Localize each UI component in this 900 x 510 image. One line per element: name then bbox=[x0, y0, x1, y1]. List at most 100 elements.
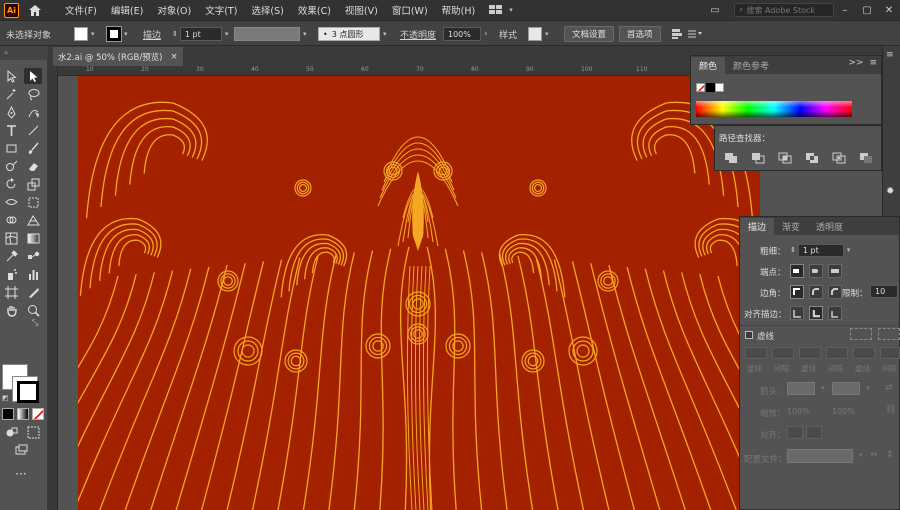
type-tool-icon[interactable] bbox=[2, 122, 20, 138]
stroke-weight-control[interactable]: ⇕ 1 pt ▾ bbox=[172, 21, 228, 47]
intersect-icon[interactable] bbox=[778, 152, 792, 164]
width-tool-icon[interactable] bbox=[2, 194, 20, 210]
limit-input[interactable]: 10 bbox=[870, 285, 898, 298]
unite-icon[interactable] bbox=[724, 152, 738, 164]
color-spectrum[interactable] bbox=[696, 101, 852, 117]
blend-tool-icon[interactable] bbox=[24, 248, 42, 264]
profile-select[interactable] bbox=[787, 449, 853, 463]
edit-toolbar-icon[interactable]: ··· bbox=[12, 466, 30, 482]
document-tab[interactable]: 水2.ai @ 50% (RGB/预览) × bbox=[53, 47, 183, 66]
brush-definition[interactable]: • 3 点圆形 ▾ bbox=[318, 21, 387, 47]
dashed-line-checkbox[interactable] bbox=[745, 331, 753, 339]
stroke-color-box[interactable] bbox=[12, 376, 39, 403]
brightness-icon[interactable]: ✹ bbox=[886, 186, 894, 197]
zoom-tool-icon[interactable] bbox=[24, 302, 42, 318]
close-tab-icon[interactable]: × bbox=[171, 52, 178, 62]
free-transform-tool-icon[interactable] bbox=[24, 194, 42, 210]
gradient-tool-icon[interactable] bbox=[24, 230, 42, 246]
shaper-tool-icon[interactable] bbox=[2, 158, 20, 174]
stepper-icon[interactable]: ⇕ bbox=[172, 30, 178, 38]
toolbar-collapse-icon[interactable]: » bbox=[0, 46, 48, 60]
maximize-icon[interactable]: ▢ bbox=[856, 5, 878, 16]
scale-tool-icon[interactable] bbox=[24, 176, 42, 192]
exclude-icon[interactable] bbox=[805, 152, 819, 164]
weight-control[interactable]: ⇕ 1 pt ▾ bbox=[790, 242, 850, 258]
arrange-documents-icon[interactable]: ▭ bbox=[704, 5, 726, 16]
bevel-join-icon[interactable] bbox=[828, 285, 842, 299]
weight-input[interactable]: 1 pt bbox=[797, 243, 844, 257]
divide-icon[interactable] bbox=[832, 152, 846, 164]
white-swatch[interactable] bbox=[715, 83, 724, 92]
preferences-button[interactable]: 首选项 bbox=[619, 26, 661, 42]
tab-transparency[interactable]: 透明度 bbox=[808, 218, 851, 235]
chevron-right-icon[interactable]: › bbox=[484, 29, 488, 39]
symbol-sprayer-tool-icon[interactable] bbox=[2, 266, 20, 282]
gap-3-input[interactable] bbox=[880, 347, 900, 359]
none-swatch[interactable] bbox=[696, 83, 705, 92]
projecting-cap-icon[interactable] bbox=[828, 264, 842, 278]
arrow-scale-start[interactable]: 100% bbox=[787, 407, 810, 416]
opacity-label[interactable]: 不透明度 bbox=[400, 21, 436, 47]
arrow-tip-beyond-icon[interactable] bbox=[787, 426, 803, 439]
arrow-scale-end[interactable]: 100% bbox=[832, 407, 855, 416]
menu-edit[interactable]: 编辑(E) bbox=[111, 3, 143, 17]
magic-wand-icon[interactable] bbox=[2, 86, 20, 102]
chevron-down-icon[interactable]: ▾ bbox=[847, 246, 851, 254]
draw-normal-icon[interactable] bbox=[2, 424, 20, 440]
graphic-style-picker[interactable]: ▾ bbox=[528, 21, 549, 47]
vertical-ruler[interactable] bbox=[48, 66, 58, 510]
panel-menu-icon[interactable]: ≡ bbox=[869, 58, 877, 68]
butt-cap-icon[interactable] bbox=[790, 264, 804, 278]
direct-selection-tool-icon[interactable] bbox=[24, 68, 42, 84]
color-mode-icon[interactable] bbox=[2, 408, 14, 420]
menu-help[interactable]: 帮助(H) bbox=[442, 3, 476, 17]
collapse-panel-icon[interactable]: >> bbox=[848, 58, 863, 68]
dash-2-input[interactable] bbox=[799, 347, 821, 359]
link-scale-icon[interactable]: ⛓ bbox=[885, 405, 896, 415]
dock-menu-icon[interactable]: ≡ bbox=[886, 50, 894, 60]
menu-object[interactable]: 对象(O) bbox=[157, 3, 191, 17]
paintbrush-tool-icon[interactable] bbox=[24, 140, 42, 156]
align-inside-icon[interactable] bbox=[809, 306, 823, 320]
flip-along-icon[interactable]: ⇔ bbox=[870, 450, 878, 460]
tab-gradient[interactable]: 渐变 bbox=[774, 218, 808, 235]
flip-across-icon[interactable]: ⇕ bbox=[886, 450, 894, 460]
chevron-down-icon[interactable]: ▾ bbox=[225, 30, 229, 38]
eyedropper-tool-icon[interactable] bbox=[2, 248, 20, 264]
gap-2-input[interactable] bbox=[826, 347, 848, 359]
round-join-icon[interactable] bbox=[809, 285, 823, 299]
document-setup-button[interactable]: 文档设置 bbox=[564, 26, 615, 42]
minimize-icon[interactable]: – bbox=[834, 5, 856, 16]
tab-color-guide[interactable]: 颜色参考 bbox=[725, 57, 777, 74]
align-outside-icon[interactable] bbox=[828, 306, 842, 320]
draw-inside-icon[interactable] bbox=[24, 424, 42, 440]
stroke-label[interactable]: 描边 bbox=[143, 21, 161, 47]
stroke-weight-input[interactable]: 1 pt bbox=[179, 27, 222, 41]
home-icon[interactable] bbox=[27, 2, 43, 18]
screen-mode-icon[interactable] bbox=[12, 442, 30, 458]
variable-width-profile[interactable]: ▾ bbox=[234, 21, 307, 47]
opacity-input[interactable]: 100% bbox=[443, 27, 481, 41]
selection-tool-icon[interactable] bbox=[2, 68, 20, 84]
hand-tool-icon[interactable] bbox=[2, 302, 20, 318]
arrow-tip-at-end-icon[interactable] bbox=[806, 426, 822, 439]
black-swatch[interactable] bbox=[706, 83, 715, 92]
opacity-control[interactable]: 100% › bbox=[443, 21, 488, 47]
round-cap-icon[interactable] bbox=[809, 264, 823, 278]
slice-tool-icon[interactable] bbox=[24, 284, 42, 300]
fill-swatch[interactable]: ▾ bbox=[74, 21, 95, 47]
end-arrowhead-select[interactable] bbox=[832, 382, 860, 395]
column-graph-tool-icon[interactable] bbox=[24, 266, 42, 282]
menu-select[interactable]: 选择(S) bbox=[251, 3, 283, 17]
align-dash-corners-icon[interactable] bbox=[878, 328, 900, 340]
swap-fill-stroke-icon[interactable]: ⤡ bbox=[32, 318, 38, 328]
dash-1-input[interactable] bbox=[745, 347, 767, 359]
swap-arrowheads-icon[interactable]: ⇄ bbox=[885, 383, 893, 393]
stock-search-input[interactable]: ⌕ 搜索 Adobe Stock bbox=[734, 3, 834, 17]
mesh-tool-icon[interactable] bbox=[2, 230, 20, 246]
start-arrowhead-select[interactable] bbox=[787, 382, 815, 395]
eraser-tool-icon[interactable] bbox=[24, 158, 42, 174]
perspective-grid-tool-icon[interactable] bbox=[24, 212, 42, 228]
rotate-tool-icon[interactable] bbox=[2, 176, 20, 192]
shape-builder-tool-icon[interactable] bbox=[2, 212, 20, 228]
